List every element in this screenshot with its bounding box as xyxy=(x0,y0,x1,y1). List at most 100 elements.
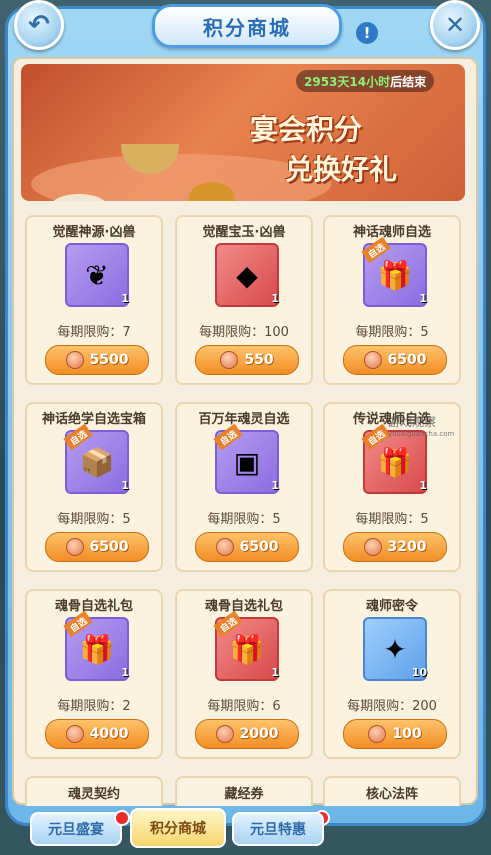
item-name: 神话绝学自选宝箱 xyxy=(41,412,146,427)
title-plate: 积分商城 xyxy=(152,4,342,48)
info-icon[interactable]: ! xyxy=(356,22,378,44)
item-icon: ◆ 1 xyxy=(215,243,279,307)
shop-item-card[interactable]: 魂师密令 ✦ 10 每期限购：200 100 xyxy=(323,589,461,759)
points-coin-icon xyxy=(215,538,234,556)
bone-chest-icon: 🎁 xyxy=(229,632,265,666)
item-price: 3200 xyxy=(387,539,427,555)
points-coin-icon xyxy=(65,351,84,369)
item-price: 6500 xyxy=(387,352,427,368)
shop-item-card[interactable]: 魂灵契约 xyxy=(25,776,163,806)
item-quantity: 1 xyxy=(121,666,129,679)
item-name: 神话魂师自选 xyxy=(352,225,431,240)
purchase-limit: 每期限购：5 xyxy=(207,512,281,527)
buy-button[interactable]: 3200 xyxy=(343,532,447,562)
chest-icon: 🎁 xyxy=(377,258,413,292)
shop-item-card[interactable]: 百万年魂灵自选 自选 ▣ 1 每期限购：5 6500 xyxy=(175,402,313,572)
item-price: 5500 xyxy=(89,352,129,368)
item-quantity: 1 xyxy=(419,292,427,305)
page-title: 积分商城 xyxy=(203,15,291,40)
countdown-value: 2953天14小时 xyxy=(304,74,391,89)
watermark-text: 游戏观察 xyxy=(388,415,437,429)
buy-button[interactable]: 100 xyxy=(343,719,447,749)
purchase-limit: 每期限购：2 xyxy=(57,699,131,714)
tab-new-year-sale[interactable]: 元旦特惠 xyxy=(232,812,324,846)
purchase-limit: 每期限购：7 xyxy=(57,325,131,340)
buy-button[interactable]: 6500 xyxy=(195,532,299,562)
back-button[interactable]: ↶ xyxy=(14,0,64,50)
box-icon: ▣ xyxy=(233,445,261,479)
purchase-limit: 每期限购：5 xyxy=(355,325,429,340)
item-icon: 自选 🎁 1 xyxy=(213,610,279,681)
chest-icon: 📦 xyxy=(79,445,115,479)
close-button[interactable]: ✕ xyxy=(430,0,480,50)
chest-icon: 🎁 xyxy=(377,445,413,479)
notification-badge xyxy=(114,810,130,826)
countdown-suffix: 后结束 xyxy=(390,74,427,89)
item-name: 魂骨自选礼包 xyxy=(54,599,133,614)
item-name: 百万年魂灵自选 xyxy=(198,412,290,427)
jade-gem-icon: ◆ xyxy=(236,258,258,292)
buy-button[interactable]: 5500 xyxy=(45,345,149,375)
item-price: 2000 xyxy=(239,726,279,742)
close-icon: ✕ xyxy=(444,11,466,39)
watermark: 游戏观察 youxiguancha.com xyxy=(388,413,454,438)
points-coin-icon xyxy=(65,725,84,743)
buy-button[interactable]: 6500 xyxy=(45,532,149,562)
item-quantity: 1 xyxy=(419,479,427,492)
buy-button[interactable]: 2000 xyxy=(195,719,299,749)
tab-points-shop[interactable]: 积分商城 xyxy=(130,808,226,848)
bottom-tabs: 元旦盛宴 积分商城 元旦特惠 xyxy=(30,808,490,852)
shop-item-card[interactable]: 藏经券 xyxy=(175,776,313,806)
purchase-limit: 每期限购：5 xyxy=(57,512,131,527)
shop-item-card[interactable]: 魂骨自选礼包 自选 🎁 1 每期限购：6 2000 xyxy=(175,589,313,759)
item-icon: 自选 🎁 1 xyxy=(361,423,427,494)
item-icon: 自选 🎁 1 xyxy=(63,610,129,681)
item-name: 觉醒神源·凶兽 xyxy=(52,225,136,240)
item-icon: 自选 📦 1 xyxy=(63,423,129,494)
item-icon: 自选 ▣ 1 xyxy=(213,423,279,494)
shop-item-card[interactable]: 核心法阵 xyxy=(323,776,461,806)
banner-headline: 宴会积分 xyxy=(250,113,363,146)
watermark-sub: youxiguancha.com xyxy=(388,430,455,438)
item-icon: 自选 🎁 1 xyxy=(361,236,427,307)
item-name: 觉醒宝玉·凶兽 xyxy=(202,225,286,240)
shop-item-card[interactable]: 觉醒神源·凶兽 ❦ 1 每期限购：7 5500 xyxy=(25,215,163,385)
buy-button[interactable]: 550 xyxy=(195,345,299,375)
tab-new-year-feast[interactable]: 元旦盛宴 xyxy=(30,812,122,846)
item-price: 6500 xyxy=(239,539,279,555)
item-price: 6500 xyxy=(89,539,129,555)
item-price: 4000 xyxy=(89,726,129,742)
countdown-timer: 2953天14小时 后结束 xyxy=(296,70,435,92)
shop-item-card[interactable]: 觉醒宝玉·凶兽 ◆ 1 每期限购：100 550 xyxy=(175,215,313,385)
points-coin-icon xyxy=(215,725,234,743)
points-coin-icon xyxy=(220,351,239,369)
tab-label: 元旦盛宴 xyxy=(48,822,104,838)
item-price: 550 xyxy=(244,352,274,368)
tab-label: 积分商城 xyxy=(150,821,206,837)
points-coin-icon xyxy=(368,725,387,743)
bone-chest-icon: 🎁 xyxy=(79,632,115,666)
purchase-limit: 每期限购：100 xyxy=(199,325,289,340)
item-name: 魂师密令 xyxy=(365,599,418,614)
buy-button[interactable]: 6500 xyxy=(343,345,447,375)
token-badge-icon: ✦ xyxy=(383,632,407,666)
purchase-limit: 每期限购：5 xyxy=(355,512,429,527)
item-quantity: 10 xyxy=(411,666,427,679)
buy-button[interactable]: 4000 xyxy=(45,719,149,749)
tab-label: 元旦特惠 xyxy=(250,822,306,838)
item-icon: ❦ 1 xyxy=(65,243,129,307)
item-quantity: 1 xyxy=(121,292,129,305)
points-coin-icon xyxy=(65,538,84,556)
shop-item-card[interactable]: 神话绝学自选宝箱 自选 📦 1 每期限购：5 6500 xyxy=(25,402,163,572)
purchase-limit: 每期限购：6 xyxy=(207,699,281,714)
item-quantity: 1 xyxy=(121,479,129,492)
points-coin-icon xyxy=(363,538,382,556)
back-arrow-icon: ↶ xyxy=(28,10,50,40)
wing-gem-icon: ❦ xyxy=(85,258,109,292)
item-quantity: 1 xyxy=(271,479,279,492)
shop-item-card[interactable]: 魂骨自选礼包 自选 🎁 1 每期限购：2 4000 xyxy=(25,589,163,759)
shop-item-card[interactable]: 神话魂师自选 自选 🎁 1 每期限购：5 6500 xyxy=(323,215,461,385)
purchase-limit: 每期限购：200 xyxy=(347,699,437,714)
item-quantity: 1 xyxy=(271,292,279,305)
points-coin-icon xyxy=(363,351,382,369)
